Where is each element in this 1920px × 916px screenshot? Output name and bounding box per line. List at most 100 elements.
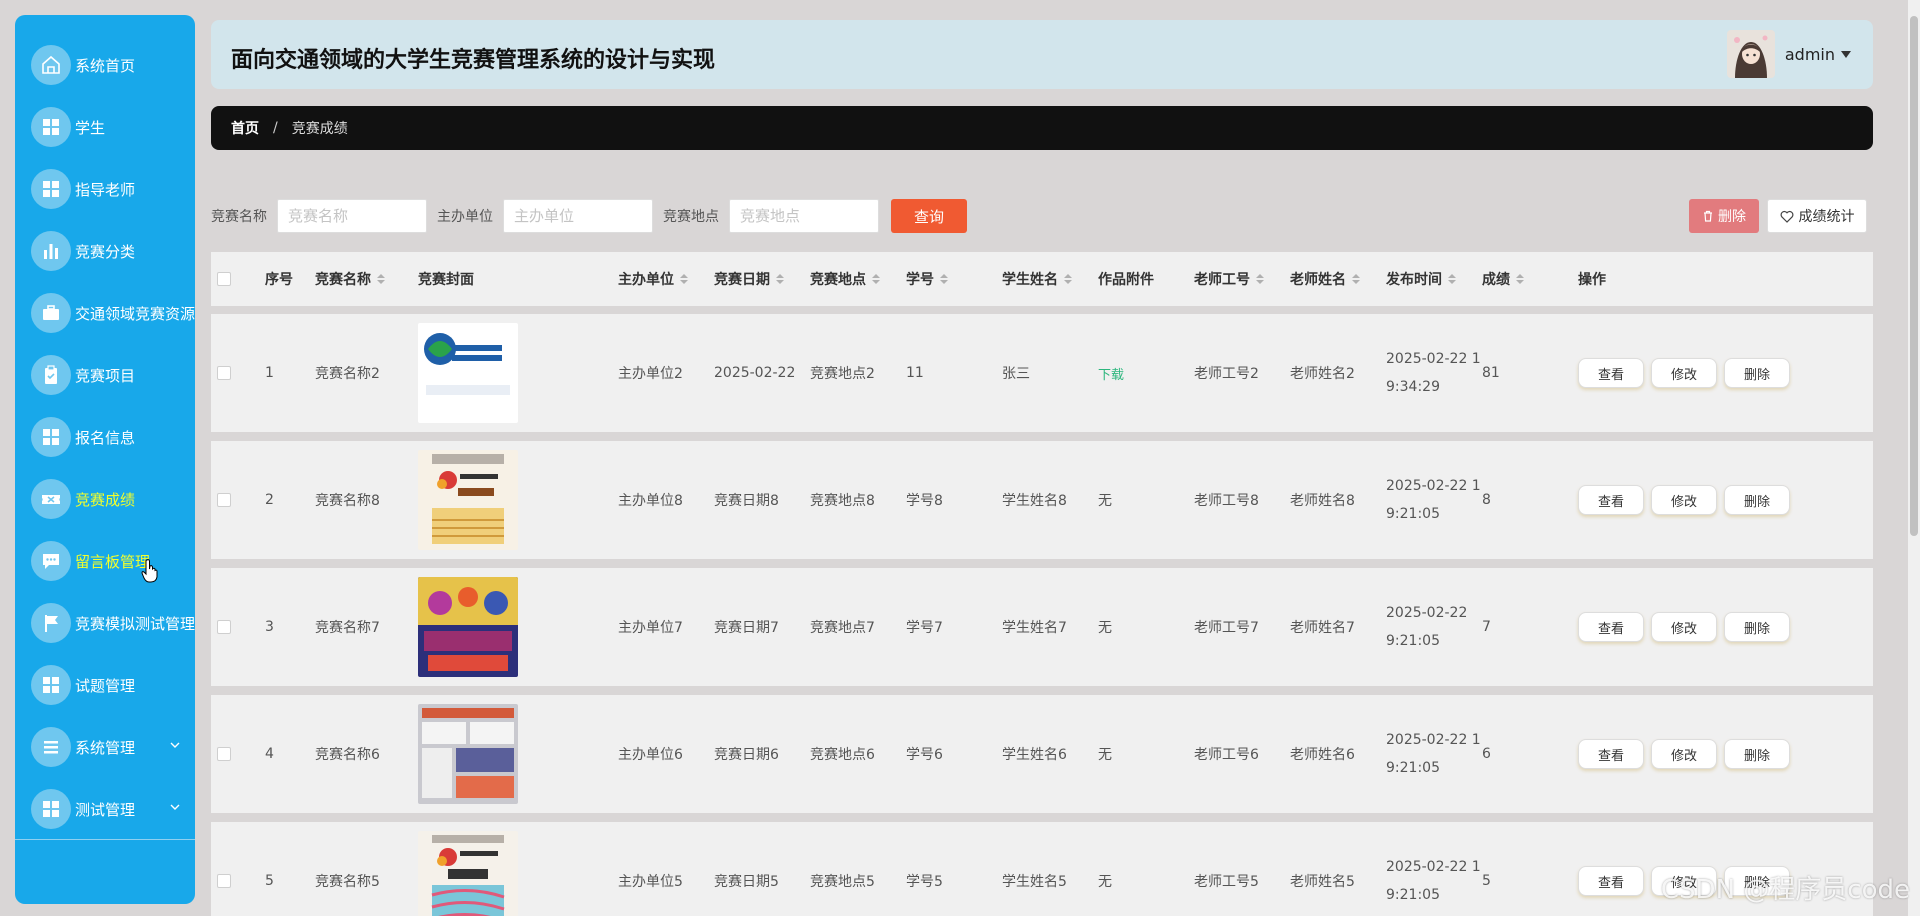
row-checkbox[interactable]	[217, 874, 231, 888]
sort-icon[interactable]	[1064, 274, 1072, 284]
grid-icon	[31, 169, 71, 209]
row-attachment: 无	[1098, 874, 1112, 890]
query-button[interactable]: 查询	[891, 199, 967, 233]
clipboard-icon	[31, 355, 71, 395]
batch-delete-button[interactable]: 删除	[1689, 199, 1759, 233]
edit-button[interactable]: 修改	[1651, 739, 1717, 769]
row-place: 竞赛地点5	[810, 874, 875, 890]
caret-down-icon[interactable]	[1841, 50, 1851, 58]
row-teacher-id: 老师工号2	[1194, 366, 1259, 382]
row-student-name: 学生姓名5	[1002, 874, 1067, 890]
view-button[interactable]: 查看	[1578, 485, 1644, 515]
column-header[interactable]: 学生姓名	[1002, 252, 1072, 306]
breadcrumb-home[interactable]: 首页	[231, 118, 259, 138]
row-select-cell	[217, 314, 231, 432]
row-teacher-name: 老师姓名6	[1290, 747, 1355, 763]
row-score: 8	[1482, 492, 1491, 508]
sidebar-item-test-management[interactable]: 测试管理	[31, 785, 195, 833]
sidebar-item-home[interactable]: 系统首页	[31, 41, 195, 89]
sort-icon[interactable]	[1352, 274, 1360, 284]
row-student-name: 学生姓名6	[1002, 747, 1067, 763]
column-header[interactable]: 竞赛名称	[315, 252, 385, 306]
row-index: 3	[265, 619, 274, 635]
column-header[interactable]: 成绩	[1482, 252, 1524, 306]
cover-image	[418, 450, 518, 550]
delete-button[interactable]: 删除	[1724, 739, 1790, 769]
row-select-cell	[217, 822, 231, 916]
user-name[interactable]: admin	[1785, 45, 1835, 64]
column-header[interactable]: 发布时间	[1386, 252, 1456, 306]
delete-button[interactable]: 删除	[1724, 358, 1790, 388]
view-button[interactable]: 查看	[1578, 739, 1644, 769]
table-row: 3 竞赛名称7 主办单位7 竞赛日期7 竞赛地点7 学号7 学生姓名7 无 老师…	[211, 568, 1873, 686]
sort-icon[interactable]	[1256, 274, 1264, 284]
row-date: 竞赛日期6	[714, 747, 779, 763]
column-header[interactable]: 竞赛日期	[714, 252, 784, 306]
view-button[interactable]: 查看	[1578, 866, 1644, 896]
sidebar-item-scores[interactable]: 竞赛成绩	[31, 475, 195, 523]
grid-icon	[31, 417, 71, 457]
sidebar-item-system[interactable]: 系统管理	[31, 723, 195, 771]
sidebar-item-messages[interactable]: 留言板管理	[31, 537, 195, 585]
row-student-name: 学生姓名7	[1002, 620, 1067, 636]
user-menu[interactable]: admin	[1726, 30, 1851, 78]
search-input-org[interactable]	[503, 199, 653, 233]
row-checkbox[interactable]	[217, 366, 231, 380]
download-link[interactable]: 下载	[1098, 364, 1124, 383]
sort-icon[interactable]	[940, 274, 948, 284]
delete-button[interactable]: 删除	[1724, 612, 1790, 642]
page-scrollbar[interactable]	[1908, 0, 1920, 916]
column-header[interactable]: 老师工号	[1194, 252, 1264, 306]
sort-icon[interactable]	[1448, 274, 1456, 284]
edit-button[interactable]: 修改	[1651, 485, 1717, 515]
row-checkbox[interactable]	[217, 747, 231, 761]
grid-icon	[31, 107, 71, 147]
score-table: 序号 竞赛名称 竞赛封面 主办单位 竞赛日期 竞赛地点 学号 学生姓名 作品附件…	[211, 252, 1873, 916]
sidebar-item-mock-tests[interactable]: 竞赛模拟测试管理	[31, 599, 195, 647]
row-checkbox[interactable]	[217, 493, 231, 507]
sidebar-item-resources[interactable]: 交通领域竞赛资源	[31, 289, 195, 337]
sidebar-item-questions[interactable]: 试题管理	[31, 661, 195, 709]
select-all-checkbox[interactable]	[217, 272, 231, 286]
row-actions: 查看 修改 删除	[1578, 314, 1797, 432]
breadcrumb-separator: /	[273, 120, 278, 136]
sort-icon[interactable]	[776, 274, 784, 284]
grid-icon	[31, 665, 71, 705]
sidebar-item-label: 报名信息	[75, 428, 136, 447]
view-button[interactable]: 查看	[1578, 612, 1644, 642]
sort-icon[interactable]	[1516, 274, 1524, 284]
scrollbar-thumb[interactable]	[1910, 16, 1918, 536]
edit-button[interactable]: 修改	[1651, 358, 1717, 388]
row-org: 主办单位2	[618, 366, 683, 382]
delete-button[interactable]: 删除	[1724, 485, 1790, 515]
sort-icon[interactable]	[377, 274, 385, 284]
row-attachment: 无	[1098, 620, 1112, 636]
sidebar-item-registration[interactable]: 报名信息	[31, 413, 195, 461]
search-input-name[interactable]	[277, 199, 427, 233]
row-teacher-id: 老师工号7	[1194, 620, 1259, 636]
batch-delete-label: 删除	[1718, 209, 1746, 225]
row-name: 竞赛名称8	[315, 493, 380, 509]
view-button[interactable]: 查看	[1578, 358, 1644, 388]
sidebar-item-categories[interactable]: 竞赛分类	[31, 227, 195, 275]
select-all-cell	[217, 252, 231, 306]
sort-icon[interactable]	[680, 274, 688, 284]
sort-icon[interactable]	[872, 274, 880, 284]
row-student-id: 学号8	[906, 493, 943, 509]
sidebar-item-projects[interactable]: 竞赛项目	[31, 351, 195, 399]
score-stats-button[interactable]: 成绩统计	[1767, 199, 1867, 233]
sidebar-item-students[interactable]: 学生	[31, 103, 195, 151]
row-teacher-name: 老师姓名2	[1290, 366, 1355, 382]
search-input-place[interactable]	[729, 199, 879, 233]
avatar[interactable]	[1726, 30, 1775, 78]
column-header[interactable]: 学号	[906, 252, 948, 306]
column-header[interactable]: 主办单位	[618, 252, 688, 306]
row-actions: 查看 修改 删除	[1578, 695, 1797, 813]
column-header: 竞赛封面	[418, 272, 474, 288]
sidebar-item-teachers[interactable]: 指导老师	[31, 165, 195, 213]
table-row: 2 竞赛名称8 主办单位8 竞赛日期8 竞赛地点8 学号8 学生姓名8 无 老师…	[211, 441, 1873, 559]
column-header[interactable]: 老师姓名	[1290, 252, 1360, 306]
edit-button[interactable]: 修改	[1651, 612, 1717, 642]
row-checkbox[interactable]	[217, 620, 231, 634]
column-header[interactable]: 竞赛地点	[810, 252, 880, 306]
